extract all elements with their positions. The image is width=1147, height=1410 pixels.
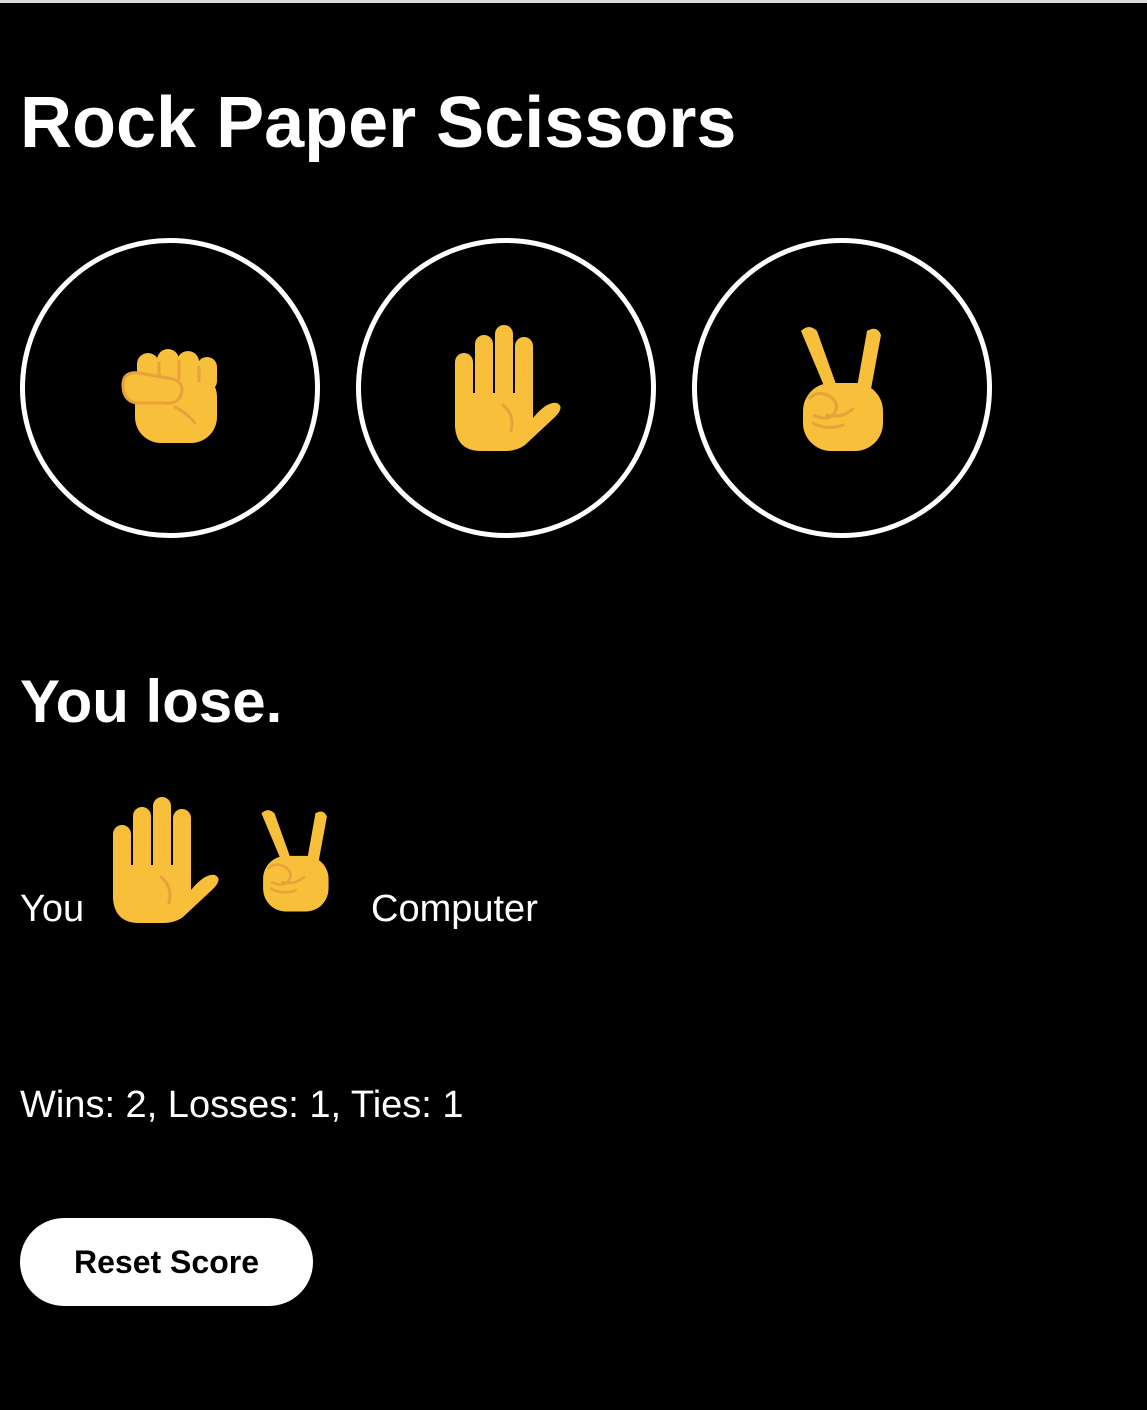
- score-text: Wins: 2, Losses: 1, Ties: 1: [20, 1084, 464, 1126]
- fist-emoji-icon: [115, 323, 225, 453]
- computer-label: Computer: [371, 888, 538, 930]
- scissors-button[interactable]: [692, 238, 992, 538]
- reset-score-button[interactable]: Reset Score: [20, 1218, 313, 1306]
- raised-hand-emoji-icon: [108, 795, 220, 925]
- victory-hand-emoji-icon: [250, 795, 340, 925]
- game-page: Rock Paper Scissors You lose. You Comput…: [0, 0, 1147, 1410]
- page-title: Rock Paper Scissors: [20, 83, 737, 163]
- round-moves: You Computer: [20, 795, 720, 935]
- result-text: You lose.: [20, 668, 283, 735]
- you-label: You: [20, 888, 85, 930]
- top-divider: [0, 0, 1147, 3]
- victory-hand-emoji-icon: [787, 323, 897, 453]
- paper-button[interactable]: [356, 238, 656, 538]
- raised-hand-emoji-icon: [451, 323, 561, 453]
- rock-button[interactable]: [20, 238, 320, 538]
